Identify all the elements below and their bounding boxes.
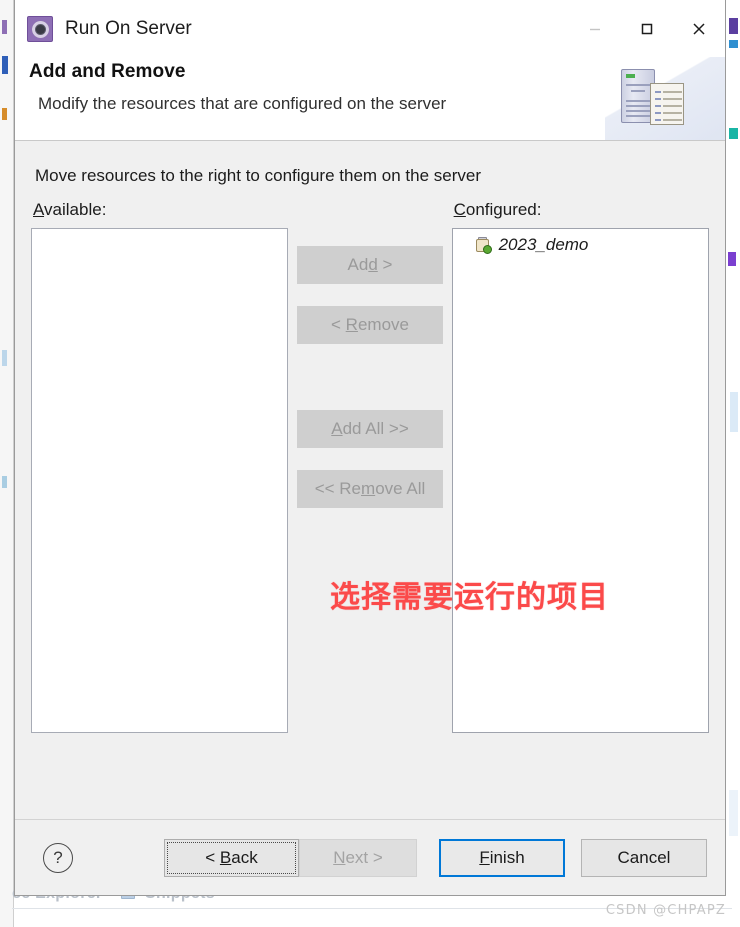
background-chip-4 (2, 350, 7, 366)
add-button[interactable]: Add > (297, 246, 443, 284)
background-chip-9 (728, 252, 736, 266)
window-controls (569, 0, 725, 57)
cancel-button[interactable]: Cancel (581, 838, 707, 877)
dialog-title: Run On Server (65, 17, 192, 39)
help-button[interactable]: ? (43, 842, 73, 873)
minimize-icon[interactable] (569, 7, 621, 51)
web-module-icon (475, 236, 492, 254)
transfer-button-column: Add > < Remove Add All >> << Remove All (288, 200, 451, 733)
available-label: Available: (33, 200, 107, 219)
close-icon[interactable] (673, 7, 725, 51)
configured-list[interactable]: 2023_demo (451, 228, 709, 733)
available-list[interactable] (31, 228, 289, 733)
list-item-label: 2023_demo (498, 235, 589, 254)
background-left-strip (0, 0, 14, 927)
server-led (626, 74, 635, 78)
background-chip-8 (729, 128, 738, 139)
server-and-document-icon (605, 57, 725, 140)
list-item[interactable]: 2023_demo (453, 229, 708, 261)
annotation-text: 选择需要运行的项目 (330, 580, 609, 615)
background-chip-10 (730, 392, 738, 432)
server-line-4 (626, 105, 651, 107)
background-chip-11 (729, 790, 738, 836)
configured-column: Configured: 2023_demo (451, 200, 709, 733)
remove-all-button[interactable]: << Remove All (297, 470, 443, 508)
server-line-1 (626, 84, 651, 86)
finish-button[interactable]: Finish (439, 838, 565, 877)
available-column: Available: (31, 200, 289, 733)
transfer-columns: Available: Add > < Remove Add All >> << … (31, 200, 709, 733)
configured-label: Configured: (453, 200, 542, 219)
next-button: Next > (299, 838, 417, 877)
add-all-button[interactable]: Add All >> (297, 410, 443, 448)
background-chip-2 (2, 56, 8, 74)
server-line-6 (626, 115, 651, 117)
run-on-server-dialog: Run On Server Add and Remove Modify the … (14, 0, 726, 896)
background-right-strip (724, 0, 740, 927)
dialog-body: Move resources to the right to configure… (15, 141, 725, 819)
dialog-header: Add and Remove Modify the resources that… (15, 57, 725, 141)
back-button[interactable]: < Back (164, 838, 299, 877)
dialog-footer: ? < Back Next > Finish Cancel (15, 819, 725, 895)
watermark: CSDN @CHPAPZ (605, 903, 726, 918)
maximize-icon[interactable] (621, 7, 673, 51)
run-on-server-icon (27, 15, 53, 42)
server-line-3 (626, 100, 651, 102)
background-chip-5 (2, 476, 7, 488)
server-line-5 (626, 110, 651, 112)
dialog-titlebar[interactable]: Run On Server (15, 0, 725, 57)
background-chip-1 (2, 20, 7, 34)
document-icon (650, 83, 684, 125)
remove-button[interactable]: < Remove (297, 306, 443, 344)
server-line-2 (631, 90, 645, 92)
background-chip-6 (729, 18, 738, 34)
background-chip-3 (2, 108, 7, 120)
instruction-text: Move resources to the right to configure… (35, 166, 482, 185)
background-chip-7 (729, 40, 738, 48)
